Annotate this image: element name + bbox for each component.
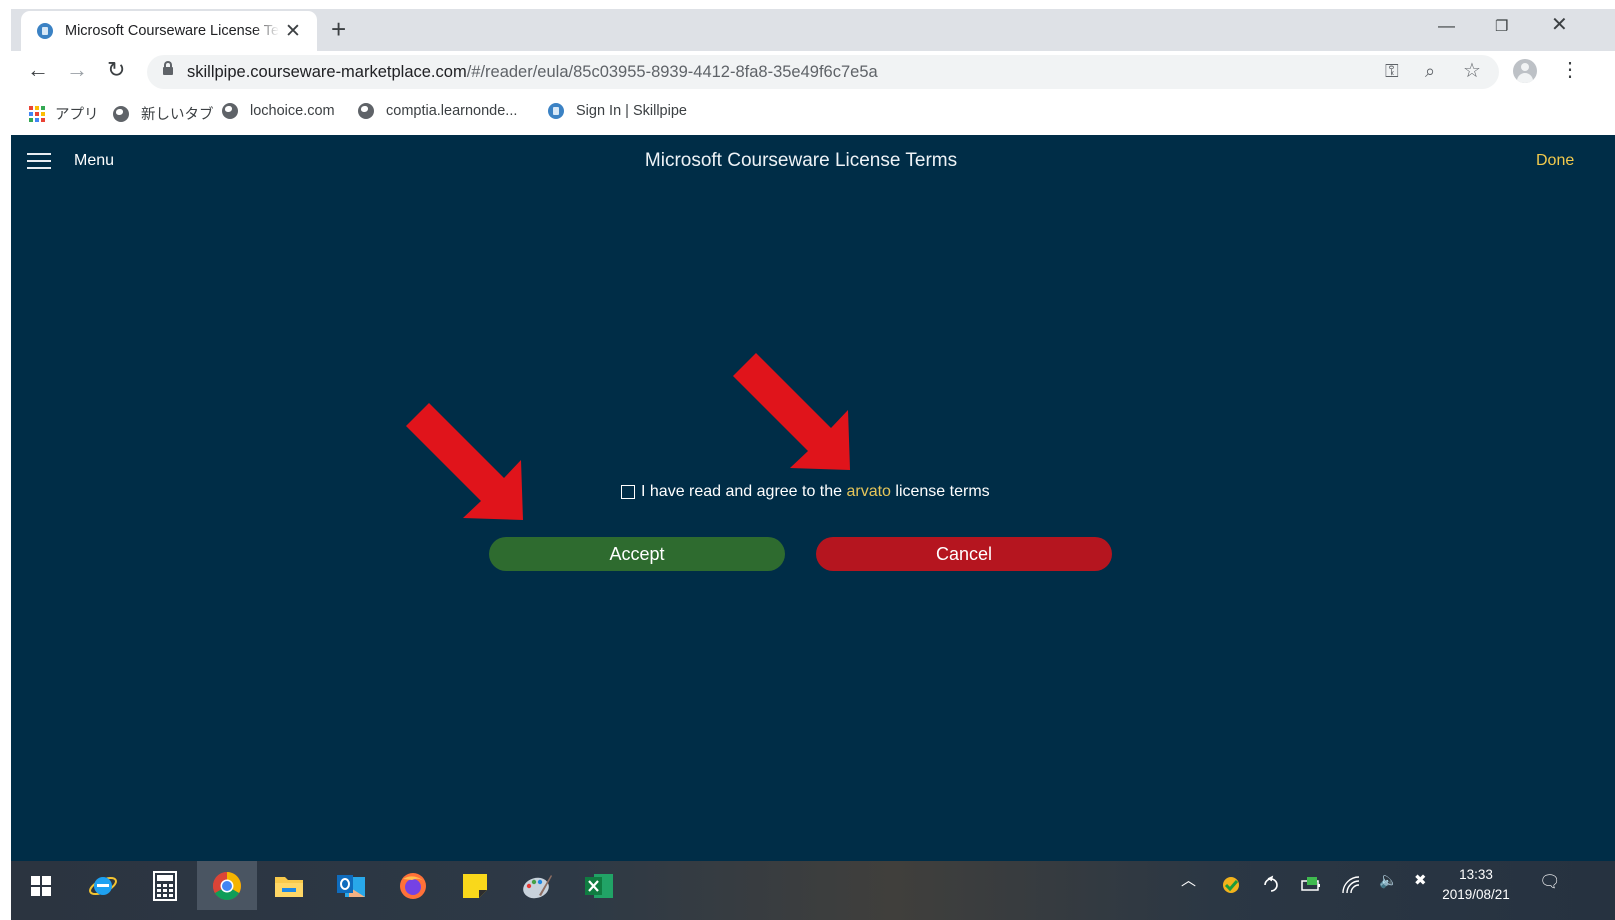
window-close-button[interactable]: ✕ xyxy=(1551,15,1568,35)
outlook-icon[interactable] xyxy=(321,861,381,910)
bookmarks-bar: アプリ 新しいタブ lochoice.com comptia.learnonde… xyxy=(11,93,1615,135)
chrome-icon[interactable] xyxy=(197,861,257,910)
start-pane xyxy=(42,875,51,885)
profile-avatar[interactable] xyxy=(1513,59,1537,83)
ie-glyph xyxy=(89,876,117,895)
start-pane xyxy=(31,875,40,885)
new-tab-button[interactable]: + xyxy=(331,16,346,42)
url-text[interactable]: skillpipe.courseware-marketplace.com/#/r… xyxy=(187,63,878,82)
done-button[interactable]: Done xyxy=(1536,152,1574,170)
apps-grid-dot xyxy=(35,117,39,122)
agree-text-suffix: license terms xyxy=(890,483,990,500)
apps-grid-icon xyxy=(29,105,45,122)
annotation-arrow-checkbox xyxy=(733,353,850,470)
firefox-icon[interactable] xyxy=(383,861,443,910)
page-title: Microsoft Courseware License Terms xyxy=(644,150,958,171)
bookmark-label: lochoice.com xyxy=(250,103,335,119)
apps-grid-dot xyxy=(29,111,33,116)
windows-start-icon[interactable] xyxy=(11,861,71,910)
browser-tab[interactable]: Microsoft Courseware License Terms ✕ xyxy=(21,11,317,51)
bookmark-lochoice[interactable]: lochoice.com xyxy=(222,103,335,119)
excel-glyph xyxy=(585,873,613,898)
bookmark-comptia[interactable]: comptia.learnonde... xyxy=(358,103,517,119)
reload-button[interactable]: ↻ xyxy=(107,59,125,81)
back-button[interactable]: ← xyxy=(27,59,49,81)
apps-grid-dot xyxy=(35,105,39,110)
accept-button[interactable]: Accept xyxy=(489,537,785,571)
clock-time: 13:33 xyxy=(1459,867,1493,882)
bookmark-skillpipe[interactable]: Sign In | Skillpipe xyxy=(548,103,687,119)
tab-close-icon[interactable]: ✕ xyxy=(285,22,301,41)
cancel-button[interactable]: Cancel xyxy=(816,537,1112,571)
restore-button[interactable]: ❐ xyxy=(1495,19,1508,34)
apps-grid-dot xyxy=(41,117,45,122)
bookmark-label: comptia.learnonde... xyxy=(386,103,518,119)
apps-grid-dot xyxy=(29,105,33,110)
browser-menu-icon[interactable]: ⋮ xyxy=(1560,60,1580,80)
tray-chevron-icon[interactable]: ︿ xyxy=(1181,873,1196,888)
taskbar-clock[interactable]: 13:33 2019/08/21 xyxy=(1431,865,1521,905)
start-pane xyxy=(31,886,40,896)
folder-glyph xyxy=(275,876,303,897)
clock-date: 2019/08/21 xyxy=(1442,887,1510,902)
star-icon[interactable]: ☆ xyxy=(1463,61,1481,81)
tray-sync-icon[interactable] xyxy=(1261,875,1281,895)
license-terms-link[interactable]: arvato xyxy=(846,483,890,501)
calculator-glyph xyxy=(153,870,177,901)
windows-taskbar: ︿ 🔈 ✖ 13:33 2019/08/21 🗨 xyxy=(11,861,1615,920)
tray-security-icon[interactable] xyxy=(1221,875,1241,895)
bookmark-label: Sign In | Skillpipe xyxy=(576,103,687,119)
bookmark-new-tab[interactable]: 新しいタブ xyxy=(113,103,214,124)
bookmark-label: 新しいタブ xyxy=(141,107,214,123)
skillpipe-icon xyxy=(548,103,564,119)
agree-text-prefix: I have read and agree to the xyxy=(641,483,847,500)
annotation-arrow-accept xyxy=(406,403,523,520)
agree-checkbox[interactable] xyxy=(621,485,635,499)
globe-icon xyxy=(222,103,238,119)
apps-grid-dot xyxy=(29,117,33,122)
apps-grid-dot xyxy=(41,105,45,110)
bookmark-apps[interactable]: アプリ xyxy=(29,103,99,124)
browser-window: Microsoft Courseware License Terms ✕ + —… xyxy=(11,9,1615,920)
url-path: /#/reader/eula/85c03955-8939-4412-8fa8-3… xyxy=(466,63,878,81)
sticky-notes-icon[interactable] xyxy=(445,861,505,910)
sticky-glyph xyxy=(463,873,487,898)
tray-battery-icon[interactable] xyxy=(1301,876,1323,894)
notifications-icon[interactable]: 🗨 xyxy=(1539,873,1561,890)
browser-toolbar: ← → ↻ skillpipe.courseware-marketplace.c… xyxy=(11,51,1615,93)
tray-volume-icon[interactable]: 🔈 xyxy=(1379,873,1398,888)
skillpipe-favicon-icon xyxy=(37,23,53,39)
apps-grid-dot xyxy=(35,111,39,116)
globe-icon xyxy=(113,105,129,122)
paint-icon[interactable] xyxy=(507,861,567,910)
lock-icon[interactable] xyxy=(163,61,173,75)
excel-icon[interactable] xyxy=(569,861,629,910)
internet-explorer-icon[interactable] xyxy=(73,861,133,910)
zoom-icon[interactable]: ⌕ xyxy=(1425,62,1435,80)
bookmark-label: アプリ xyxy=(55,107,99,123)
file-explorer-icon[interactable] xyxy=(259,861,319,910)
address-bar[interactable]: skillpipe.courseware-marketplace.com/#/r… xyxy=(147,55,1499,89)
paint-glyph xyxy=(523,874,552,898)
firefox-glyph xyxy=(400,872,426,899)
tab-strip: Microsoft Courseware License Terms ✕ + —… xyxy=(11,9,1615,51)
start-grid-icon xyxy=(31,875,51,896)
tray-close-circle-icon[interactable]: ✖ xyxy=(1414,873,1427,888)
tab-title: Microsoft Courseware License Terms xyxy=(65,23,279,39)
start-pane xyxy=(42,886,51,896)
outlook-glyph xyxy=(337,874,365,897)
tray-wifi-icon[interactable] xyxy=(1341,875,1361,895)
chrome-glyph xyxy=(213,871,241,900)
key-icon[interactable]: ⚿ xyxy=(1385,62,1399,80)
eula-page: Menu Microsoft Courseware License Terms … xyxy=(11,135,1615,861)
apps-grid-dot xyxy=(41,111,45,116)
globe-icon xyxy=(358,103,374,119)
calculator-icon[interactable] xyxy=(135,861,195,910)
url-host: skillpipe.courseware-marketplace.com xyxy=(187,63,467,81)
minimize-button[interactable]: — xyxy=(1438,17,1455,34)
forward-button[interactable]: → xyxy=(66,59,88,81)
agree-row: I have read and agree to the arvato lice… xyxy=(621,483,990,501)
